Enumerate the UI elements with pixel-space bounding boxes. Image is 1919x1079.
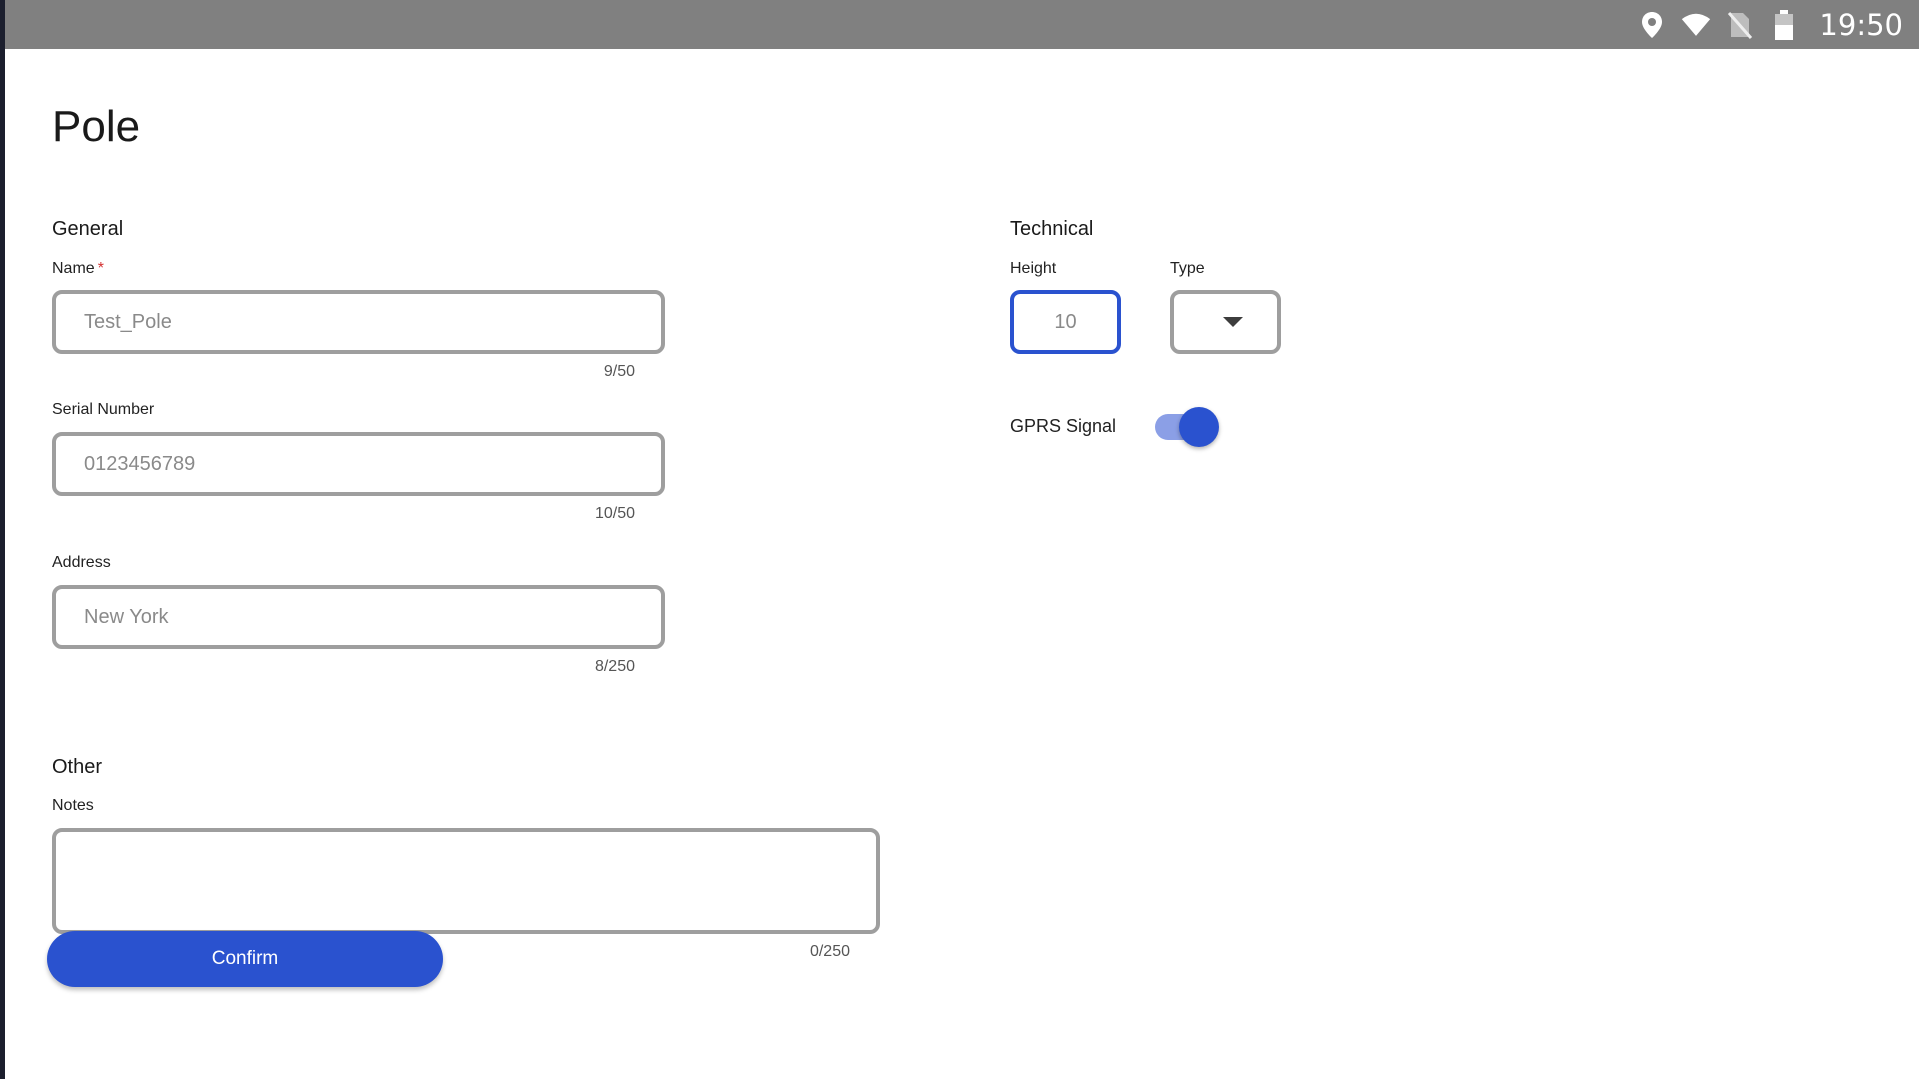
status-bar: 19:50 xyxy=(5,0,1919,49)
section-heading-technical: Technical xyxy=(1010,218,1094,240)
height-field[interactable]: 10 xyxy=(1010,290,1121,354)
address-field[interactable]: New York xyxy=(52,585,665,649)
name-label: Name * xyxy=(52,260,104,278)
serial-number-field[interactable]: 0123456789 xyxy=(52,432,665,496)
name-label-text: Name xyxy=(52,260,95,277)
type-dropdown[interactable] xyxy=(1170,290,1281,354)
address-label: Address xyxy=(52,554,111,571)
confirm-button[interactable]: Confirm xyxy=(47,931,443,987)
height-label: Height xyxy=(1010,260,1057,277)
section-heading-general: General xyxy=(52,218,124,240)
name-char-counter: 9/50 xyxy=(603,363,635,380)
gprs-signal-label: GPRS Signal xyxy=(1010,416,1117,436)
wifi-icon xyxy=(1681,10,1711,40)
name-field[interactable]: Test_Pole xyxy=(52,290,665,354)
clock: 19:50 xyxy=(1819,7,1903,42)
gprs-signal-toggle[interactable] xyxy=(1153,405,1219,447)
notes-field[interactable] xyxy=(52,828,880,934)
notes-char-counter: 0/250 xyxy=(809,943,850,960)
toggle-thumb xyxy=(1179,407,1219,447)
type-label: Type xyxy=(1170,260,1205,277)
pole-form-page: Pole General Name * Test_Pole 9/50 Serial… xyxy=(5,49,1919,1079)
section-heading-other: Other xyxy=(52,756,103,778)
chevron-down-icon xyxy=(1222,317,1243,327)
battery-icon xyxy=(1769,9,1799,40)
address-char-counter: 8/250 xyxy=(594,658,635,675)
notes-label: Notes xyxy=(52,797,94,814)
required-asterisk: * xyxy=(97,260,104,277)
serial-number-char-counter: 10/50 xyxy=(594,505,635,522)
no-sim-icon xyxy=(1725,10,1755,40)
location-icon xyxy=(1637,10,1667,40)
page-title: Pole xyxy=(52,102,141,151)
serial-number-label: Serial Number xyxy=(52,401,155,418)
